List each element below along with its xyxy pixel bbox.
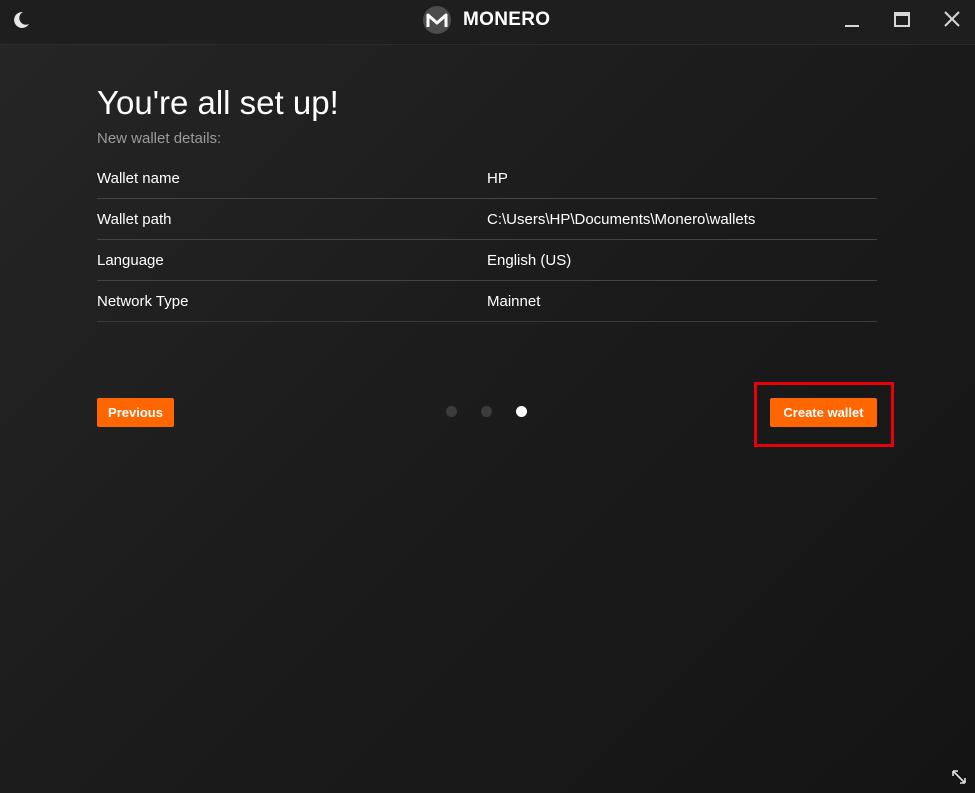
- minimize-icon[interactable]: [837, 6, 867, 34]
- detail-row-wallet-path: Wallet path C:\Users\HP\Documents\Monero…: [97, 199, 877, 240]
- detail-label: Wallet name: [97, 170, 180, 187]
- resize-icon[interactable]: [950, 768, 968, 786]
- maximize-icon[interactable]: [887, 6, 917, 34]
- moon-icon[interactable]: [10, 9, 32, 31]
- detail-label: Language: [97, 252, 164, 269]
- detail-row-wallet-name: Wallet name HP: [97, 158, 877, 199]
- title-bar: MONERO: [0, 0, 975, 45]
- step-dot-2[interactable]: [481, 406, 492, 417]
- previous-button[interactable]: Previous: [97, 398, 174, 427]
- page-subtitle: New wallet details:: [97, 130, 222, 147]
- detail-row-network-type: Network Type Mainnet: [97, 281, 877, 322]
- step-dot-1[interactable]: [446, 406, 457, 417]
- create-wallet-button[interactable]: Create wallet: [770, 398, 877, 427]
- detail-label: Network Type: [97, 293, 189, 310]
- monero-logo-icon: [423, 6, 451, 34]
- detail-row-language: Language English (US): [97, 240, 877, 281]
- detail-label: Wallet path: [97, 211, 172, 228]
- app-name: MONERO: [463, 9, 551, 30]
- close-icon[interactable]: [937, 6, 967, 34]
- step-dot-3-active[interactable]: [516, 406, 527, 417]
- detail-value: Mainnet: [487, 293, 541, 310]
- app-brand: MONERO: [423, 5, 550, 35]
- detail-value: English (US): [487, 252, 572, 269]
- step-indicator: [446, 406, 536, 418]
- wallet-details-table: Wallet name HP Wallet path C:\Users\HP\D…: [97, 158, 877, 322]
- detail-value: C:\Users\HP\Documents\Monero\wallets: [487, 211, 756, 228]
- page-title: You're all set up!: [97, 84, 339, 121]
- detail-value: HP: [487, 170, 508, 187]
